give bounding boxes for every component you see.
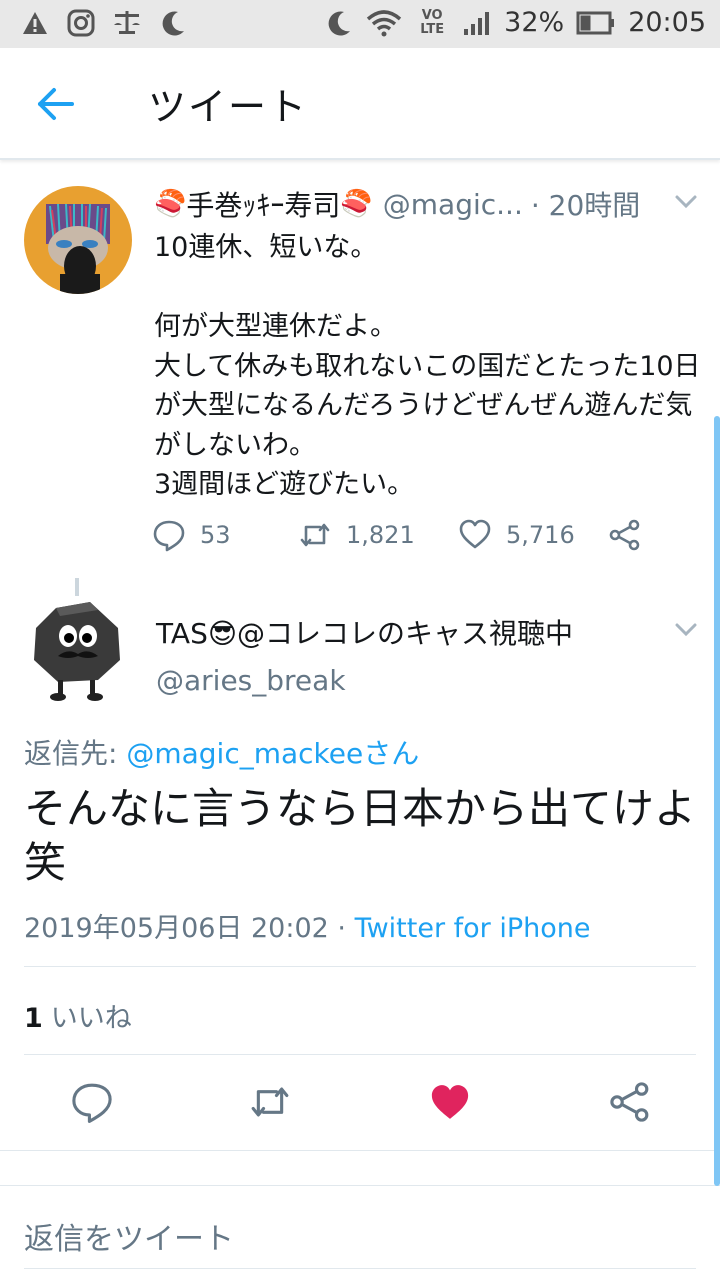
tweet-actions <box>0 1080 720 1130</box>
retweet-action[interactable]: 1,821 <box>298 518 458 552</box>
arrow-left-icon <box>38 88 74 120</box>
reply-button[interactable] <box>70 1080 114 1124</box>
retweet-button[interactable] <box>248 1080 292 1124</box>
divider <box>24 1268 696 1269</box>
like-button[interactable] <box>428 1080 472 1124</box>
section-divider <box>0 1150 720 1186</box>
display-name[interactable]: TAS😎@コレコレのキャス視聴中 <box>156 612 573 652</box>
retweet-icon <box>300 523 330 547</box>
moon-icon <box>158 8 188 38</box>
user-handle[interactable]: @aries_break <box>156 664 346 697</box>
reply-icon <box>153 520 185 552</box>
tweet-date: 2019年05月06日 20:02 <box>24 913 329 944</box>
heart-filled-icon <box>431 1085 469 1119</box>
share-button[interactable] <box>608 1080 652 1124</box>
page-title: ツイート <box>148 85 309 129</box>
reply-to-user-link[interactable]: @magic_mackeeさん <box>126 737 419 770</box>
tweet-header: 🍣 手巻ｯｷｰ寿司 🍣 @magic... · 20時間 <box>154 184 640 224</box>
scrollbar[interactable] <box>714 416 720 1186</box>
like-stat-label: いいね <box>50 1003 132 1034</box>
tweet-time: · 20時間 <box>530 189 641 222</box>
status-bar: VO LTE 32% 20:05 <box>0 0 720 48</box>
like-count: 5,716 <box>506 521 575 549</box>
chevron-down-icon <box>675 195 697 209</box>
tweet-actions: 53 1,821 5,716 <box>152 518 642 552</box>
tweet-timestamp: 2019年05月06日 20:02 · Twitter for iPhone <box>24 906 591 945</box>
warning-icon <box>20 8 50 38</box>
wifi-icon <box>366 8 402 38</box>
reply-input[interactable]: 返信をツイート <box>24 1214 234 1258</box>
more-options-button[interactable] <box>674 194 698 210</box>
share-icon <box>610 1082 649 1122</box>
avatar[interactable] <box>28 598 128 702</box>
tweet-text: そんなに言うなら日本から出てけよ笑 <box>24 784 697 887</box>
thread-connector <box>75 578 79 596</box>
divider <box>24 966 696 967</box>
retweet-count: 1,821 <box>346 521 415 549</box>
separator: · <box>328 913 355 944</box>
avatar[interactable] <box>24 186 132 294</box>
reply-count: 53 <box>200 521 231 549</box>
reply-to: 返信先: @magic_mackeeさん <box>24 732 419 772</box>
more-options-button[interactable] <box>674 622 698 638</box>
scale-icon <box>112 8 142 38</box>
back-button[interactable] <box>34 84 78 124</box>
moon-icon <box>324 8 354 38</box>
battery-icon <box>576 8 616 38</box>
retweet-icon <box>251 1087 289 1117</box>
reply-icon <box>72 1083 112 1123</box>
top-app-bar: ツイート <box>0 48 720 160</box>
share-action[interactable] <box>608 518 642 552</box>
sushi-icon: 🍣 <box>154 189 187 219</box>
volte-icon: VO LTE <box>420 7 445 37</box>
signal-icon <box>462 8 492 38</box>
chevron-down-icon <box>675 623 697 637</box>
reply-action[interactable]: 53 <box>152 518 298 552</box>
tweet-text: 10連休、短いな。 何が大型連休だよ。 大して休みも取れないこの国だとたった10… <box>154 232 701 500</box>
like-action[interactable]: 5,716 <box>458 518 608 552</box>
like-stat-count: 1 <box>24 1003 43 1034</box>
clock: 20:05 <box>628 7 706 38</box>
sushi-icon: 🍣 <box>340 189 373 219</box>
display-name[interactable]: 手巻ｯｷｰ寿司 <box>186 184 340 224</box>
divider <box>24 1054 696 1055</box>
client-link[interactable]: Twitter for iPhone <box>355 913 591 944</box>
heart-icon <box>459 519 491 549</box>
battery-percent: 32% <box>504 7 565 38</box>
reply-to-label: 返信先: <box>24 737 127 770</box>
share-icon <box>609 519 640 551</box>
like-stats[interactable]: 1 いいね <box>24 996 132 1035</box>
instagram-icon <box>66 8 96 38</box>
user-handle[interactable]: @magic... <box>383 188 523 221</box>
original-tweet[interactable]: 🍣 手巻ｯｷｰ寿司 🍣 @magic... · 20時間 10連休、短いな。 何… <box>0 160 720 580</box>
